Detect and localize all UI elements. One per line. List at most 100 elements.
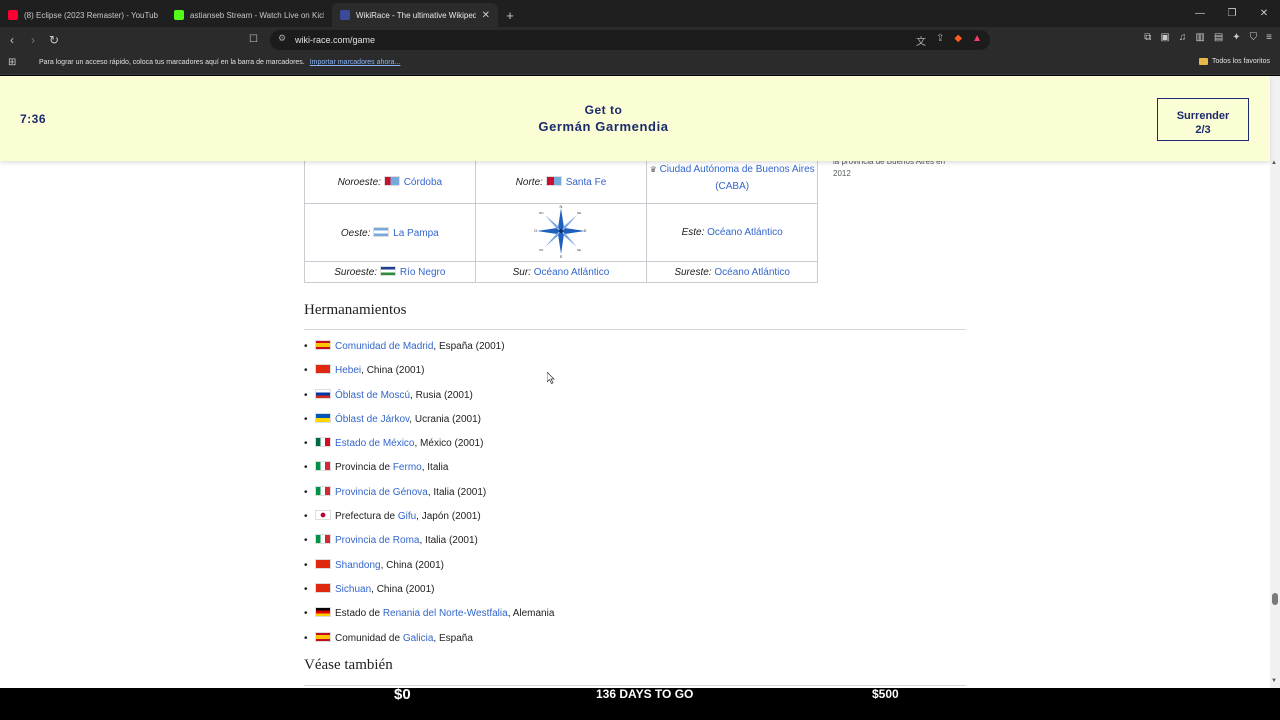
compass-e-label: E	[584, 228, 587, 233]
surrender-button[interactable]: Surrender 2/3	[1157, 98, 1249, 141]
germany-flag-icon	[315, 607, 331, 618]
link-oceano-atlantico[interactable]: Océano Atlántico	[707, 227, 783, 238]
item-suffix: , Italia (2001)	[419, 535, 478, 547]
tab-title: astianseb Stream - Watch Live on Kick	[190, 10, 324, 20]
reload-icon[interactable]: ↻	[49, 31, 59, 49]
overlay-countdown: 136 DAYS TO GO	[596, 687, 694, 701]
item-link[interactable]: Comunidad de Madrid	[335, 341, 433, 352]
cell-compass: N S O E NO NE SO SE	[474, 203, 648, 262]
screenshot-icon[interactable]: ▣	[1160, 32, 1169, 43]
tab-youtube[interactable]: (8) Eclipse (2023 Remaster) - YouTube	[0, 3, 166, 27]
link-oceano-atlantico[interactable]: Océano Atlántico	[534, 267, 610, 278]
item-link[interactable]: Óblast de Moscú	[335, 390, 410, 401]
russia-flag-icon	[315, 388, 331, 399]
bookmark-hint-text: Para lograr un acceso rápido, coloca tus…	[39, 59, 305, 66]
menu-icon[interactable]: ≡	[1266, 32, 1272, 43]
item-link[interactable]: Gifu	[398, 511, 416, 522]
direction-label: Este:	[681, 227, 705, 238]
translate-icon[interactable]: 文	[916, 33, 926, 48]
item-link[interactable]: Shandong	[335, 560, 381, 571]
compass-so-label: SO	[539, 248, 544, 252]
list-item: Estado de México, México (2001)	[304, 437, 554, 461]
close-window-icon[interactable]: ✕	[1248, 0, 1280, 27]
item-suffix: , España (2001)	[433, 341, 505, 352]
minimize-icon[interactable]: —	[1184, 0, 1216, 27]
maximize-icon[interactable]: ❐	[1216, 0, 1248, 27]
link-cordoba[interactable]: Córdoba	[404, 177, 442, 188]
url-text[interactable]: wiki-race.com/game	[295, 35, 375, 45]
game-header: 7:36 Get to Germán Garmendia Surrender 2…	[0, 76, 1270, 161]
cell-southeast: Sureste: Océano Atlántico	[646, 261, 818, 283]
back-icon[interactable]: ‹	[10, 31, 14, 49]
site-info-icon[interactable]: ⚙	[278, 33, 286, 44]
item-link[interactable]: Fermo	[393, 462, 422, 473]
sidebar-icon[interactable]: ▥	[1195, 32, 1204, 43]
item-link[interactable]: Galicia	[403, 633, 434, 644]
direction-label: Sureste:	[674, 266, 712, 278]
close-tab-icon[interactable]: ✕	[482, 10, 490, 21]
cell-east: Este: Océano Atlántico	[646, 203, 818, 262]
heading-divider	[304, 329, 966, 330]
list-item: Sichuan, China (2001)	[304, 582, 554, 607]
scroll-up-icon[interactable]: ▲	[1271, 160, 1277, 166]
cordoba-flag-icon	[383, 176, 400, 186]
page-viewport: 7:36 Get to Germán Garmendia Surrender 2…	[0, 76, 1280, 688]
link-la-pampa[interactable]: La Pampa	[393, 228, 439, 239]
japan-flag-icon	[315, 510, 331, 521]
brave-shields-icon[interactable]: ◆	[954, 33, 962, 48]
compass-se-label: SE	[577, 248, 581, 252]
spain-flag-icon	[315, 340, 331, 350]
italy-flag-icon	[315, 461, 331, 472]
extensions-icon[interactable]: ⧉	[1144, 32, 1151, 43]
china-flag-icon	[315, 364, 331, 375]
list-item: Provincia de Fermo, Italia	[304, 461, 554, 485]
address-bar[interactable]: ⚙ wiki-race.com/game 文 ⇪ ◆ ▲	[270, 30, 990, 50]
item-link[interactable]: Estado de México	[335, 438, 415, 449]
vpn-icon[interactable]: ⛉	[1250, 32, 1258, 43]
scroll-down-icon[interactable]: ▼	[1271, 678, 1277, 684]
china-flag-icon	[315, 558, 331, 569]
compass-n-label: N	[560, 204, 563, 209]
brave-rewards-icon[interactable]: ▲	[972, 33, 982, 48]
cell-south: Sur: Océano Atlántico	[474, 261, 648, 283]
import-bookmarks-link[interactable]: Importar marcadores ahora...	[310, 59, 401, 66]
item-link[interactable]: Renania del Norte-Westfalia	[383, 608, 508, 619]
new-tab-button[interactable]: +	[498, 8, 522, 23]
neighbors-table: Noroeste: Córdoba Norte: Santa Fe ♛ Ciud…	[304, 146, 818, 283]
navigation-bar: ‹ › ↻ ☐ ⚙ wiki-race.com/game 文 ⇪ ◆ ▲ ⧉ ▣…	[0, 27, 1280, 53]
share-icon[interactable]: ⇪	[936, 33, 944, 48]
tab-wikirace[interactable]: WikiRace - The ultimative Wikipedia ✕	[332, 3, 498, 27]
media-icon[interactable]: ♫	[1179, 32, 1187, 43]
item-suffix: , España	[433, 632, 473, 644]
all-favorites[interactable]: Todos los favoritos	[1199, 58, 1270, 65]
link-santa-fe[interactable]: Santa Fe	[566, 177, 607, 188]
china-flag-icon	[315, 582, 331, 593]
item-link[interactable]: Provincia de Génova	[335, 487, 428, 498]
item-link[interactable]: Provincia de Roma	[335, 535, 419, 546]
ukraine-flag-icon	[315, 412, 331, 423]
link-caba[interactable]: Ciudad Autónoma de Buenos Aires (CABA)	[660, 164, 815, 192]
list-item: Hebei, China (2001)	[304, 364, 554, 388]
item-link[interactable]: Hebei	[335, 365, 361, 376]
item-prefix: Comunidad de	[335, 632, 403, 644]
link-rio-negro[interactable]: Río Negro	[400, 267, 446, 278]
youtube-icon	[8, 10, 18, 20]
direction-label: Noroeste:	[337, 177, 381, 188]
list-item: Prefectura de Gifu, Japón (2001)	[304, 510, 554, 534]
window-controls: — ❐ ✕	[1184, 0, 1280, 27]
wallet-icon[interactable]: ▤	[1214, 32, 1223, 43]
scrollbar-thumb[interactable]	[1272, 593, 1278, 605]
forward-icon[interactable]: ›	[31, 31, 35, 49]
direction-label: Suroeste:	[334, 267, 378, 278]
item-link[interactable]: Óblast de Járkov	[335, 414, 409, 425]
overlay-left-amount: $0	[394, 686, 411, 703]
goal-target: Germán Garmendia	[538, 119, 669, 134]
apps-grid-icon[interactable]: ⊞	[8, 57, 16, 68]
item-link[interactable]: Sichuan	[335, 584, 371, 595]
leo-ai-icon[interactable]: ✦	[1232, 32, 1240, 43]
link-oceano-atlantico[interactable]: Océano Atlántico	[714, 267, 790, 278]
item-suffix: , Japón (2001)	[416, 511, 481, 523]
tab-kick[interactable]: astianseb Stream - Watch Live on Kick	[166, 3, 332, 27]
compass-no-label: NO	[539, 211, 544, 215]
bookmark-icon[interactable]: ☐	[249, 31, 258, 49]
